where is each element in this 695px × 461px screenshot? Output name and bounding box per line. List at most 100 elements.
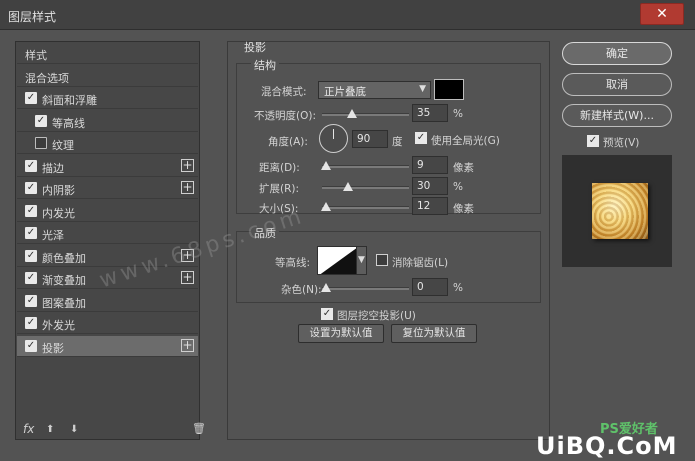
structure-title: 结构 bbox=[251, 57, 279, 73]
cancel-button[interactable]: 取消 bbox=[562, 73, 672, 96]
quality-group: 品质 等高线: ▼ 消除锯齿(L) 杂色(N): 0 % bbox=[236, 225, 541, 303]
angle-dial[interactable] bbox=[319, 124, 348, 153]
angle-needle bbox=[333, 129, 334, 139]
style-item-label: 样式 bbox=[25, 49, 47, 62]
knockout-checkbox[interactable]: ✓ bbox=[321, 308, 333, 320]
style-item[interactable]: ✓ 内阴影 + bbox=[17, 178, 198, 199]
make-default-button[interactable]: 设置为默认值 bbox=[298, 324, 384, 343]
opacity-slider[interactable] bbox=[322, 109, 409, 118]
style-item-checkbox[interactable]: ✓ bbox=[25, 204, 37, 217]
angle-input[interactable]: 90 bbox=[352, 130, 388, 148]
style-list: 样式 混合选项 ✓ 斜面和浮雕 ✓ 等高线 纹理 ✓ 描边 + ✓ 内阴影 + ✓ 内发光 ✓ 光泽 ✓ 颜色叠加 +… bbox=[15, 41, 200, 440]
distance-input[interactable]: 9 bbox=[412, 156, 448, 174]
opacity-unit: % bbox=[453, 108, 463, 120]
noise-slider-thumb[interactable] bbox=[321, 283, 331, 292]
style-item-checkbox[interactable]: ✓ bbox=[25, 317, 37, 329]
noise-label: 杂色(N): bbox=[281, 284, 322, 296]
reset-default-button[interactable]: 复位为默认值 bbox=[391, 324, 477, 343]
contour-preview[interactable] bbox=[317, 246, 357, 275]
style-item[interactable]: 纹理 bbox=[17, 133, 198, 154]
style-item-label: 光泽 bbox=[42, 229, 64, 242]
blend-mode-label: 混合模式: bbox=[261, 86, 307, 98]
size-slider-thumb[interactable] bbox=[321, 202, 331, 211]
style-item-checkbox[interactable]: ✓ bbox=[25, 159, 37, 172]
shadow-color-swatch[interactable] bbox=[434, 79, 464, 100]
style-item[interactable]: 混合选项 bbox=[17, 66, 198, 87]
preview-label: 预览(V) bbox=[603, 137, 640, 149]
style-item-checkbox[interactable]: ✓ bbox=[25, 272, 37, 284]
style-item-checkbox[interactable] bbox=[35, 137, 47, 149]
blend-mode-select[interactable]: 正片叠底 ▼ bbox=[318, 81, 431, 99]
style-item-label: 混合选项 bbox=[25, 71, 69, 85]
spread-slider[interactable] bbox=[322, 182, 409, 191]
noise-slider[interactable] bbox=[321, 283, 409, 292]
style-item[interactable]: ✓ 斜面和浮雕 bbox=[17, 88, 198, 109]
window-title: 图层样式 bbox=[8, 10, 57, 24]
style-item-label: 等高线 bbox=[52, 116, 85, 130]
style-item-checkbox[interactable]: ✓ bbox=[25, 339, 37, 352]
style-item-label: 纹理 bbox=[52, 139, 74, 152]
style-item-label: 图案叠加 bbox=[42, 296, 86, 310]
trash-icon[interactable]: 🗑 bbox=[192, 422, 206, 435]
move-up-icon[interactable]: ⬆ bbox=[46, 424, 54, 435]
style-item[interactable]: ✓ 外发光 bbox=[17, 313, 198, 334]
style-item-checkbox[interactable]: ✓ bbox=[25, 249, 37, 262]
opacity-label: 不透明度(O): bbox=[254, 110, 316, 122]
add-instance-icon[interactable]: + bbox=[181, 158, 194, 172]
style-item-checkbox[interactable]: ✓ bbox=[25, 227, 37, 239]
style-item-checkbox[interactable]: ✓ bbox=[25, 294, 37, 307]
section-title: 投影 bbox=[244, 41, 266, 54]
style-item[interactable]: ✓ 等高线 bbox=[17, 111, 198, 132]
opacity-slider-thumb[interactable] bbox=[347, 109, 357, 118]
opacity-input[interactable]: 35 bbox=[412, 104, 448, 122]
contour-dropdown[interactable]: ▼ bbox=[356, 246, 367, 275]
noise-unit: % bbox=[453, 282, 463, 294]
size-input[interactable]: 12 bbox=[412, 197, 448, 215]
style-item-label: 外发光 bbox=[42, 319, 75, 332]
add-instance-icon[interactable]: + bbox=[181, 338, 194, 352]
angle-unit: 度 bbox=[392, 136, 403, 148]
contour-label: 等高线: bbox=[275, 257, 311, 269]
style-item-checkbox[interactable]: ✓ bbox=[25, 182, 37, 194]
distance-slider-thumb[interactable] bbox=[321, 161, 331, 170]
preview-checkbox[interactable]: ✓ bbox=[587, 135, 599, 147]
spread-unit: % bbox=[453, 181, 463, 193]
distance-slider[interactable] bbox=[321, 161, 409, 170]
global-light-checkbox[interactable]: ✓ bbox=[415, 132, 427, 144]
anti-alias-label: 消除锯齿(L) bbox=[392, 257, 449, 269]
contour-curve-icon bbox=[320, 248, 356, 274]
chevron-down-icon: ▼ bbox=[419, 84, 426, 94]
add-instance-icon[interactable]: + bbox=[181, 271, 194, 284]
distance-label: 距离(D): bbox=[259, 162, 300, 174]
new-style-button[interactable]: 新建样式(W)... bbox=[562, 104, 672, 127]
structure-group: 结构 混合模式: 正片叠底 ▼ 不透明度(O): 35 % 角度(A): 90 … bbox=[236, 57, 541, 215]
move-down-icon[interactable]: ⬇ bbox=[70, 424, 78, 435]
uibq-logo: UiBQ.CoM bbox=[536, 432, 678, 460]
style-item[interactable]: ✓ 光泽 bbox=[17, 223, 198, 244]
size-slider[interactable] bbox=[321, 202, 409, 211]
style-item-checkbox[interactable]: ✓ bbox=[25, 92, 37, 104]
style-list-toolbar: fx ⬆ ⬇ 🗑 bbox=[15, 420, 206, 440]
spread-slider-thumb[interactable] bbox=[343, 182, 353, 191]
style-item-label: 投影 bbox=[42, 341, 64, 355]
style-item[interactable]: ✓ 内发光 bbox=[17, 201, 198, 222]
distance-unit: 像素 bbox=[453, 162, 474, 174]
style-item[interactable]: 样式 bbox=[17, 43, 198, 64]
style-item-checkbox[interactable]: ✓ bbox=[35, 114, 47, 127]
close-icon: ✕ bbox=[656, 6, 668, 22]
style-item[interactable]: ✓ 投影 + bbox=[17, 335, 198, 357]
spread-input[interactable]: 30 bbox=[412, 177, 448, 195]
close-button[interactable]: ✕ bbox=[640, 3, 684, 25]
style-item[interactable]: ✓ 图案叠加 bbox=[17, 291, 198, 312]
add-instance-icon[interactable]: + bbox=[181, 181, 194, 194]
ok-button[interactable]: 确定 bbox=[562, 42, 672, 65]
spread-label: 扩展(R): bbox=[259, 183, 300, 195]
style-item[interactable]: ✓ 描边 + bbox=[17, 156, 198, 177]
style-item-label: 内阴影 bbox=[42, 184, 75, 197]
noise-input[interactable]: 0 bbox=[412, 278, 448, 296]
anti-alias-checkbox[interactable] bbox=[376, 254, 388, 266]
preview-thumbnail bbox=[592, 183, 648, 239]
style-item-label: 描边 bbox=[42, 161, 64, 175]
fx-icon[interactable]: fx bbox=[23, 422, 34, 436]
global-light-label: 使用全局光(G) bbox=[431, 135, 500, 147]
